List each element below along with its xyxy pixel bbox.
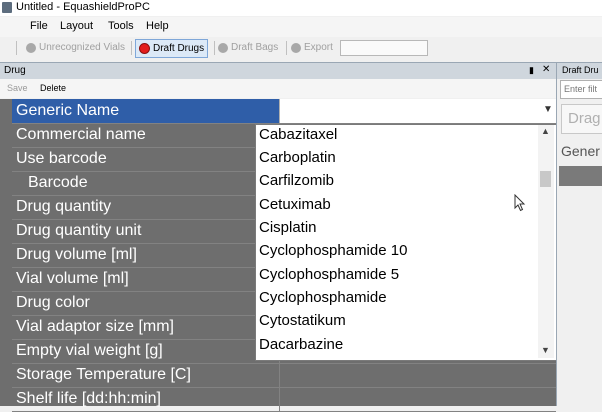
- scroll-up-icon[interactable]: ▲: [541, 126, 550, 136]
- property-label: Drug color: [16, 294, 90, 311]
- property-label: Drug quantity: [16, 198, 112, 215]
- dropdown-option[interactable]: Cyclophosphamide: [259, 289, 387, 306]
- column-header-generic[interactable]: Gener: [561, 143, 602, 159]
- window-title: Untitled - EquashieldProPC: [16, 1, 150, 13]
- draft-bags-button[interactable]: Draft Bags: [218, 39, 278, 56]
- property-label: Use barcode: [16, 150, 107, 167]
- drug-panel-header: Drug ▮ ✕: [0, 62, 556, 79]
- dropdown-option[interactable]: Cyclophosphamide 10: [259, 242, 407, 259]
- menu-layout[interactable]: Layout: [60, 20, 93, 32]
- menu-tools[interactable]: Tools: [108, 20, 134, 32]
- generic-name-dropdown-list[interactable]: Cabazitaxel Carboplatin Carfilzomib Cetu…: [255, 124, 557, 361]
- menu-help[interactable]: Help: [146, 20, 169, 32]
- export-button[interactable]: Export: [291, 39, 333, 56]
- status-dot-icon: [218, 42, 228, 53]
- export-field[interactable]: [340, 40, 428, 56]
- status-dot-icon: [291, 42, 301, 53]
- draft-drugs-panel-title: Draft Dru: [562, 65, 599, 75]
- toolbar-separator: [16, 41, 17, 55]
- selected-row[interactable]: [559, 166, 602, 186]
- status-dot-icon: [26, 42, 36, 53]
- property-label: Drug quantity unit: [16, 222, 142, 239]
- drag-hint-text: Drag: [568, 110, 601, 127]
- chevron-down-icon[interactable]: ▼: [543, 104, 553, 115]
- filter-input[interactable]: Enter filt: [560, 80, 602, 99]
- generic-name-combobox[interactable]: [279, 99, 557, 123]
- unrecognized-vials-button[interactable]: Unrecognized Vials: [26, 39, 125, 56]
- draft-drugs-panel-header: Draft Dru: [557, 62, 602, 79]
- dropdown-option[interactable]: Carboplatin: [259, 149, 336, 166]
- property-label: Drug volume [ml]: [16, 246, 137, 263]
- save-button[interactable]: Save: [7, 83, 28, 93]
- toolbar-separator: [286, 41, 287, 55]
- app-icon: [2, 2, 12, 13]
- property-label: Empty vial weight [g]: [16, 342, 163, 359]
- property-label: Vial volume [ml]: [16, 270, 129, 287]
- filter-placeholder: Enter filt: [564, 84, 598, 94]
- dropdown-option[interactable]: Carfilzomib: [259, 172, 334, 189]
- draft-bags-label: Draft Bags: [231, 42, 279, 53]
- property-row-generic-name[interactable]: Generic Name: [12, 99, 557, 124]
- property-label: Generic Name: [16, 102, 120, 119]
- export-label: Export: [304, 42, 333, 53]
- menu-bar: File Layout Tools Help: [0, 17, 602, 37]
- draft-drugs-label: Draft Drugs: [153, 43, 205, 54]
- property-value[interactable]: [279, 363, 557, 387]
- pin-icon[interactable]: ▮: [529, 65, 534, 76]
- scrollbar-thumb[interactable]: [540, 171, 551, 187]
- property-row[interactable]: Storage Temperature [C]: [12, 363, 556, 388]
- dropdown-option[interactable]: Cytostatikum: [259, 312, 346, 329]
- status-dot-icon: [139, 43, 150, 54]
- dropdown-option[interactable]: Cabazitaxel: [259, 126, 337, 143]
- property-label: Commercial name: [16, 126, 146, 143]
- draft-list-area: [559, 186, 602, 406]
- dropdown-option[interactable]: Cyclophosphamide 5: [259, 266, 399, 283]
- drug-action-row: [0, 79, 556, 98]
- dropdown-option[interactable]: Cetuximab: [259, 196, 331, 213]
- scroll-down-icon[interactable]: ▼: [541, 345, 550, 355]
- group-drag-area[interactable]: Drag: [561, 104, 602, 134]
- dropdown-option[interactable]: Dacarbazine: [259, 336, 343, 353]
- toolbar: Unrecognized Vials Draft Drugs Draft Bag…: [0, 37, 602, 59]
- property-label: Barcode: [28, 174, 88, 191]
- draft-drugs-button[interactable]: Draft Drugs: [135, 39, 209, 58]
- property-label: Storage Temperature [C]: [16, 366, 191, 383]
- title-bar: Untitled - EquashieldProPC: [0, 0, 602, 16]
- drug-panel-title: Drug: [4, 65, 26, 76]
- mouse-cursor-icon: [514, 194, 526, 212]
- unrecognized-vials-label: Unrecognized Vials: [39, 42, 125, 53]
- toolbar-separator: [214, 41, 215, 55]
- toolbar-separator: [131, 41, 132, 55]
- property-label: Vial adaptor size [mm]: [16, 318, 174, 335]
- close-icon[interactable]: ✕: [542, 64, 550, 75]
- property-value[interactable]: [279, 387, 557, 411]
- menu-file[interactable]: File: [30, 20, 48, 32]
- dropdown-option[interactable]: Cisplatin: [259, 219, 317, 236]
- delete-button[interactable]: Delete: [40, 83, 66, 93]
- property-row[interactable]: Shelf life [dd:hh:min]: [12, 387, 556, 412]
- dropdown-scrollbar[interactable]: [538, 125, 554, 358]
- property-label: Shelf life [dd:hh:min]: [16, 390, 161, 407]
